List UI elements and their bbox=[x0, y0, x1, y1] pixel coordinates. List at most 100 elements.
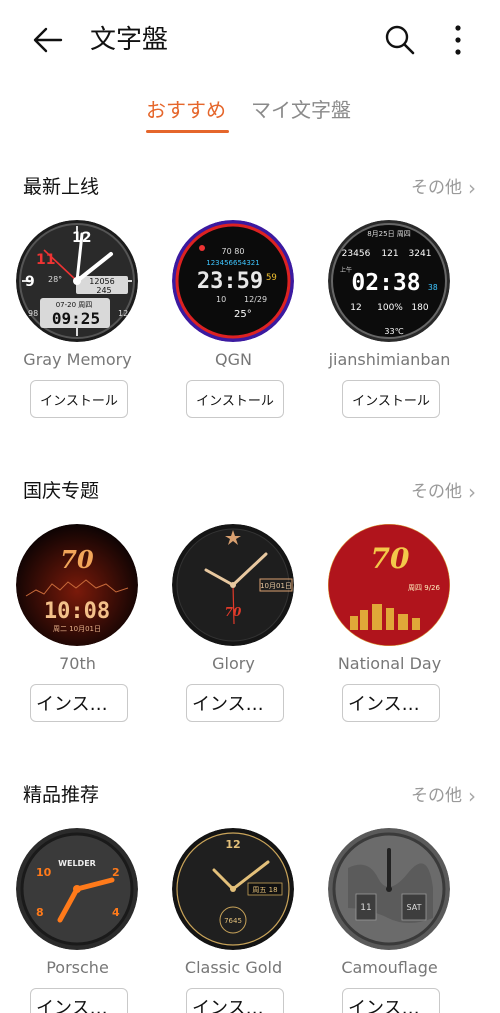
install-button-label: インストール bbox=[352, 393, 430, 409]
watchface-name: National Day bbox=[337, 654, 442, 673]
svg-text:70 80: 70 80 bbox=[222, 247, 245, 256]
install-button-label: インスト... bbox=[36, 694, 122, 715]
svg-text:07-20 周四: 07-20 周四 bbox=[56, 301, 93, 309]
arrow-left-icon bbox=[33, 27, 63, 53]
svg-text:98: 98 bbox=[28, 309, 38, 318]
chevron-right-icon: › bbox=[468, 480, 476, 504]
install-button-label: インスト... bbox=[348, 694, 434, 715]
section-featured: 精品推荐 その他 › WELDER 10 2 4 8 Porsche インスト.… bbox=[0, 780, 500, 1013]
watchface-preview[interactable]: 70 10:08 周二 10月01日 bbox=[16, 524, 138, 646]
more-vertical-icon bbox=[455, 25, 461, 55]
more-link[interactable]: その他 › bbox=[411, 174, 476, 202]
svg-text:周四 9/26: 周四 9/26 bbox=[408, 584, 440, 592]
watchface-preview[interactable]: WELDER 10 2 4 8 bbox=[16, 828, 138, 950]
watchface-preview[interactable]: 12 周五 18 7645 bbox=[172, 828, 294, 950]
install-button[interactable]: インスト... bbox=[186, 988, 284, 1013]
more-link-label: その他 bbox=[411, 178, 462, 198]
install-button[interactable]: インスト... bbox=[186, 684, 284, 722]
install-button-label: インストール bbox=[196, 393, 274, 409]
watchface-name: Glory bbox=[212, 654, 255, 673]
install-button[interactable]: インスト... bbox=[342, 988, 440, 1013]
svg-text:59: 59 bbox=[266, 273, 277, 283]
svg-text:8月25日 周四: 8月25日 周四 bbox=[367, 230, 411, 238]
svg-text:123456654321: 123456654321 bbox=[206, 259, 259, 267]
more-options-button[interactable] bbox=[440, 18, 476, 62]
watchface-name: Classic Gold bbox=[184, 958, 283, 977]
page-title: 文字盤 bbox=[90, 25, 169, 55]
svg-text:245: 245 bbox=[96, 286, 111, 295]
back-button[interactable] bbox=[28, 20, 68, 60]
svg-text:上午: 上午 bbox=[340, 266, 352, 274]
svg-text:33℃: 33℃ bbox=[384, 327, 403, 336]
svg-text:周二 10月01日: 周二 10月01日 bbox=[53, 625, 101, 633]
svg-text:100%: 100% bbox=[377, 303, 403, 313]
install-button[interactable]: インスト... bbox=[30, 684, 128, 722]
svg-text:70: 70 bbox=[371, 542, 410, 575]
svg-text:3241: 3241 bbox=[409, 249, 432, 259]
section-title: 最新上线 bbox=[23, 176, 100, 198]
watchface-name: Porsche bbox=[46, 958, 109, 977]
install-button[interactable]: インスト... bbox=[342, 684, 440, 722]
svg-text:12: 12 bbox=[225, 838, 240, 851]
install-button[interactable]: インストール bbox=[186, 380, 284, 418]
search-icon bbox=[385, 25, 415, 55]
section-national-day: 国庆专题 その他 › 70 10:08 周二 10月01日 70th インスト.… bbox=[0, 476, 500, 746]
section-latest: 最新上线 その他 › 12056 245 07-20 周四 09:25 98 1… bbox=[0, 172, 500, 442]
install-button-label: インスト... bbox=[192, 694, 278, 715]
svg-text:10: 10 bbox=[36, 866, 52, 879]
install-button-label: インストール bbox=[40, 393, 118, 409]
chevron-right-icon: › bbox=[468, 784, 476, 808]
install-button-label: インスト... bbox=[348, 998, 434, 1013]
install-button[interactable]: インストール bbox=[30, 380, 128, 418]
svg-text:70: 70 bbox=[60, 545, 94, 574]
watchface-preview[interactable]: 10 70 周四 9/26 bbox=[328, 524, 450, 646]
svg-text:12/29: 12/29 bbox=[244, 295, 267, 304]
svg-text:11: 11 bbox=[360, 903, 371, 913]
tab-indicator bbox=[146, 130, 229, 133]
install-button[interactable]: インストール bbox=[342, 380, 440, 418]
svg-text:WELDER: WELDER bbox=[58, 859, 96, 868]
tab-my-watchfaces[interactable]: マイ文字盤 bbox=[251, 92, 351, 128]
more-link-label: その他 bbox=[411, 786, 462, 806]
more-link[interactable]: その他 › bbox=[411, 478, 476, 506]
svg-text:180: 180 bbox=[411, 303, 428, 313]
more-link-label: その他 bbox=[411, 482, 462, 502]
svg-text:121: 121 bbox=[381, 249, 398, 259]
install-button[interactable]: インスト... bbox=[30, 988, 128, 1013]
svg-text:25°: 25° bbox=[234, 309, 252, 320]
svg-text:12: 12 bbox=[350, 303, 361, 313]
svg-text:周五 18: 周五 18 bbox=[252, 886, 277, 894]
install-button-label: インスト... bbox=[192, 998, 278, 1013]
svg-text:8: 8 bbox=[36, 906, 44, 919]
watchface-preview[interactable]: 70 80 123456654321 23:59 59 12/29 10 25° bbox=[172, 220, 294, 342]
watchface-preview[interactable]: 10月01日 70 bbox=[172, 524, 294, 646]
search-button[interactable] bbox=[378, 18, 422, 62]
watchface-name: QGN bbox=[215, 350, 252, 369]
svg-text:2: 2 bbox=[112, 866, 120, 879]
watchface-name: jianshimianban bbox=[328, 350, 451, 369]
svg-text:4: 4 bbox=[112, 906, 120, 919]
section-title: 精品推荐 bbox=[23, 784, 100, 806]
svg-text:11: 11 bbox=[36, 252, 55, 268]
tab-bar: おすすめ マイ文字盤 bbox=[0, 92, 500, 136]
svg-text:23:59: 23:59 bbox=[197, 269, 263, 294]
svg-text:12056: 12056 bbox=[89, 277, 114, 286]
svg-text:09:25: 09:25 bbox=[52, 309, 100, 328]
watchface-name: Camouflage bbox=[341, 958, 438, 977]
section-title: 国庆专题 bbox=[23, 480, 100, 502]
svg-text:10: 10 bbox=[216, 295, 226, 304]
watchface-preview[interactable]: 8月25日 周四 23456 121 3241 上午 02:38 38 12 1… bbox=[328, 220, 450, 342]
chevron-right-icon: › bbox=[468, 176, 476, 200]
svg-text:38: 38 bbox=[428, 283, 438, 292]
svg-text:12: 12 bbox=[118, 309, 128, 318]
watchface-preview[interactable]: 12056 245 07-20 周四 09:25 98 12 28° 11 12… bbox=[16, 220, 138, 342]
tab-recommended[interactable]: おすすめ bbox=[146, 92, 226, 128]
more-link[interactable]: その他 › bbox=[411, 782, 476, 810]
svg-text:9: 9 bbox=[25, 274, 35, 290]
svg-text:10:08: 10:08 bbox=[44, 599, 110, 624]
watchface-preview[interactable]: 11 SAT bbox=[328, 828, 450, 950]
svg-text:10月01日: 10月01日 bbox=[260, 582, 292, 590]
svg-text:02:38: 02:38 bbox=[351, 270, 420, 296]
watchface-name: Gray Memory bbox=[23, 350, 132, 369]
svg-text:SAT: SAT bbox=[407, 903, 422, 912]
